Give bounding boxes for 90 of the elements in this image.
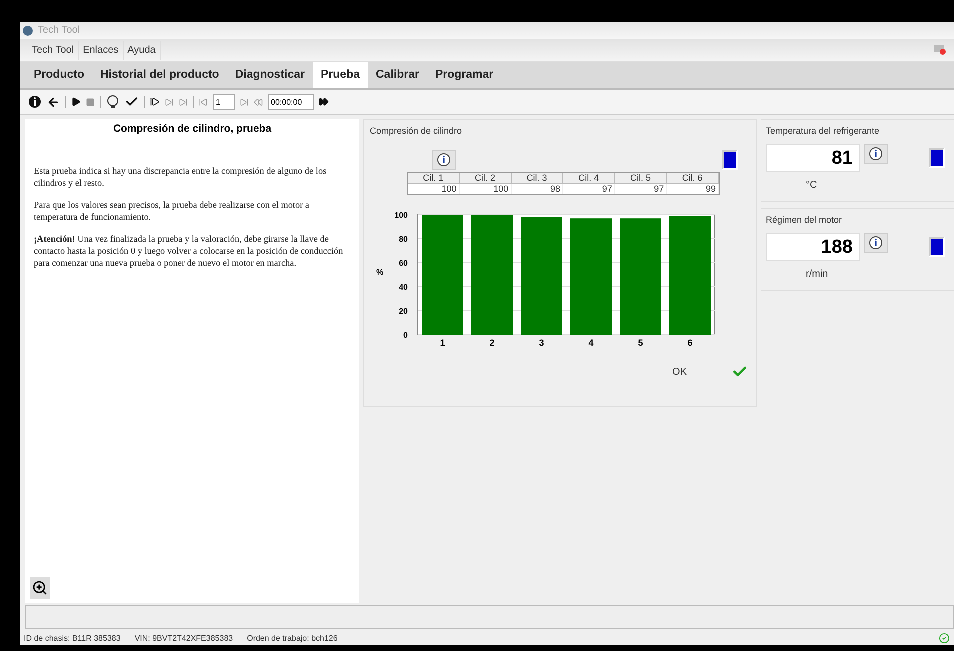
- info-icon: [437, 153, 451, 167]
- monitor-icon[interactable]: [934, 45, 946, 55]
- axis-label: 0: [404, 331, 408, 340]
- app-icon: [22, 24, 34, 36]
- menu-item[interactable]: Tech Tool: [28, 40, 80, 60]
- gauge-title: Régimen del motor: [766, 215, 844, 225]
- forward-button[interactable]: [319, 97, 329, 107]
- rewind-icon: [254, 98, 263, 106]
- step-icon: [179, 98, 188, 106]
- value-display: 188: [766, 233, 860, 261]
- paragraph: ¡Atención! Una vez finalizada la prueba y la valoración, debe girarse la llave de contacto hasta la posición 0 y luego volver a colocarse en la posición de conducción para comenzar una nueva prueba o poner de nuevo el motor en marcha.: [34, 233, 344, 269]
- play-button[interactable]: [71, 97, 81, 107]
- paragraph: Para que los valores sean precisos, la prueba debe realizarse con el motor a temperatura de funcionamiento.: [34, 199, 311, 223]
- tab[interactable]: Historial del producto: [92, 62, 228, 88]
- window-title: Tech Tool: [38, 25, 80, 36]
- axis-label: 1: [440, 338, 446, 348]
- skip-forward-icon: [240, 98, 249, 106]
- axis-label: 4: [588, 338, 594, 348]
- axis-label: 60: [399, 259, 408, 268]
- table-cell: 100: [460, 184, 512, 194]
- info-icon: [28, 95, 42, 109]
- column-header: Cil. 4: [563, 173, 616, 184]
- axis-label: 100: [394, 211, 408, 220]
- axis-label: 40: [399, 283, 408, 292]
- step-button[interactable]: [150, 97, 160, 107]
- rewind-button[interactable]: [254, 98, 263, 106]
- check-button[interactable]: [125, 95, 139, 109]
- first-button[interactable]: [199, 98, 208, 106]
- info-button[interactable]: [864, 144, 888, 164]
- axis-label: 5: [638, 338, 644, 348]
- axis-label: 6: [688, 338, 693, 348]
- tab[interactable]: Calibrar: [368, 62, 428, 88]
- status-icon: [939, 632, 950, 644]
- paragraph: Esta prueba indica si hay una discrepancia entre la compresión de alguno de los cilindros y el resto.: [34, 165, 328, 189]
- info-icon: [869, 236, 883, 250]
- indicator-icon: [722, 150, 738, 170]
- menu-item[interactable]: Ayuda: [124, 40, 161, 60]
- axis-label: 80: [399, 235, 408, 244]
- axis-label: 20: [399, 307, 408, 316]
- column-header: Cil. 5: [615, 173, 668, 184]
- result-label: OK: [672, 366, 687, 378]
- unit-label: °C: [806, 180, 818, 191]
- tab[interactable]: Producto: [26, 62, 92, 88]
- info-button[interactable]: [432, 150, 456, 170]
- tab[interactable]: Programar: [427, 62, 502, 88]
- info-icon: [869, 147, 883, 161]
- check-icon: [125, 95, 139, 109]
- status-text: ID de chasis: B11R 385383: [24, 634, 121, 642]
- tab[interactable]: Prueba: [313, 62, 368, 88]
- table-cell: 97: [563, 184, 616, 194]
- stop-button[interactable]: [86, 98, 95, 106]
- time-field[interactable]: 00:00:00: [268, 94, 314, 110]
- zoom-button[interactable]: [30, 577, 50, 599]
- indicator-icon: [929, 237, 945, 257]
- group-title: Compresión de cilindro: [370, 126, 464, 136]
- status-text: Orden de trabajo: bch126: [247, 634, 338, 642]
- column-header: Cil. 3: [512, 173, 564, 184]
- column-header: Cil. 1: [408, 173, 460, 184]
- axis-label: 3: [539, 338, 544, 348]
- status-text: VIN: 9BVT2T42XFE385383: [134, 634, 234, 642]
- table-cell: 98: [512, 184, 564, 194]
- table-cell: 99: [667, 184, 719, 194]
- info-button[interactable]: [864, 233, 888, 253]
- info-title: Compresión de cilindro, prueba: [112, 123, 273, 135]
- bulb-icon: [106, 95, 120, 109]
- step-icon: [150, 97, 160, 107]
- fast-forward-icon: [319, 97, 329, 107]
- tab[interactable]: Diagnosticar: [227, 62, 313, 88]
- column-header: Cil. 6: [667, 173, 719, 184]
- play-icon: [71, 97, 81, 107]
- arrow-left-icon: [47, 96, 60, 108]
- zoom-in-icon: [32, 580, 48, 596]
- menu-item[interactable]: Enlaces: [79, 40, 124, 60]
- unit-label: r/min: [806, 269, 830, 280]
- last-button[interactable]: [240, 98, 249, 106]
- axis-title: %: [376, 268, 384, 277]
- back-button[interactable]: [47, 96, 60, 108]
- table-cell: 100: [408, 184, 460, 194]
- bulb-button[interactable]: [106, 95, 120, 109]
- step-field[interactable]: 1: [213, 94, 235, 110]
- stop-icon: [86, 98, 95, 106]
- axis-label: 2: [490, 338, 495, 348]
- table-cell: 97: [615, 184, 668, 194]
- value-display: 81: [766, 144, 860, 172]
- info-button[interactable]: [28, 95, 42, 109]
- column-header: Cil. 2: [460, 173, 512, 184]
- indicator-icon: [929, 148, 945, 168]
- gauge-title: Temperatura del refrigerante: [766, 126, 881, 136]
- step-icon: [165, 98, 174, 106]
- skip-back-icon: [199, 98, 208, 106]
